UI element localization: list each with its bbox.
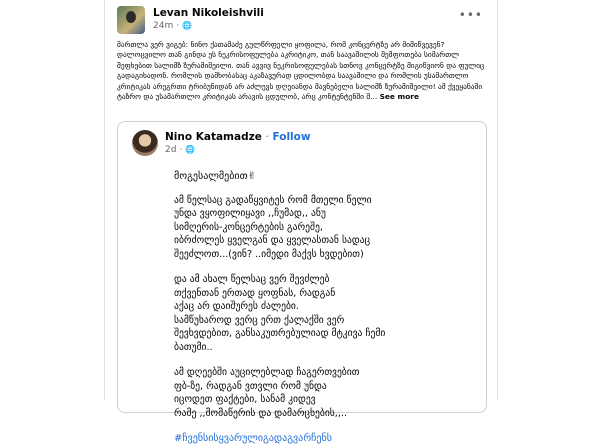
shared-time-row: 2d · 🌐: [165, 144, 311, 156]
post-text: მართლა ვერ ვიგებ: ნინო ქათამაძე გულწრფელ…: [117, 40, 485, 102]
feed-post-card: Levan Nikoleishvili 24m · 🌐 ••• მართლა ვ…: [104, 0, 498, 444]
globe-icon: 🌐: [182, 21, 193, 30]
author-avatar[interactable]: [117, 6, 145, 34]
post-header: Levan Nikoleishvili 24m · 🌐: [117, 6, 264, 34]
greeting-text: მოგესალმებით✌: [174, 171, 256, 182]
paragraph: ამ წელსაც გადაწყვიტეს რომ მთელი წელი უნდ…: [174, 194, 372, 260]
post-time[interactable]: 24m: [153, 20, 173, 32]
shared-author-name[interactable]: Nino Katamadze: [165, 131, 262, 143]
shared-post-body: მოგესალმებით✌ ამ წელსაც გადაწყვიტეს რომ …: [174, 170, 474, 446]
dot-separator: ·: [179, 145, 183, 155]
dot-separator: ·: [265, 131, 269, 143]
globe-icon: 🌐: [185, 145, 196, 154]
shared-time[interactable]: 2d: [165, 144, 176, 156]
more-dots-icon[interactable]: •••: [459, 8, 483, 22]
hashtag-link[interactable]: #ჩვენსისყვარულიგადაგვარჩენს: [174, 432, 474, 446]
follow-button[interactable]: Follow: [273, 131, 311, 143]
shared-author-avatar[interactable]: [132, 130, 158, 156]
paragraph: ამ დღეებში აუცილებლად ჩაგერთვებით ფბ-ზე,…: [174, 367, 360, 419]
shared-post-header: Nino Katamadze · Follow 2d · 🌐: [132, 130, 311, 156]
post-body: მართლა ვერ ვიგებ: ნინო ქათამაძე გულწრფელ…: [117, 40, 485, 102]
shared-author-row: Nino Katamadze · Follow: [165, 130, 311, 144]
author-name[interactable]: Levan Nikoleishvili: [153, 6, 264, 20]
see-more-link[interactable]: See more: [380, 92, 419, 101]
dot-separator: ·: [176, 21, 180, 31]
shared-post[interactable]: Nino Katamadze · Follow 2d · 🌐 მოგესალმე…: [117, 121, 487, 444]
paragraph: და ამ ახალ წელსაც ვერ შევძლებ თქვენთან ე…: [174, 274, 386, 353]
post-time-row: 24m · 🌐: [153, 20, 264, 32]
